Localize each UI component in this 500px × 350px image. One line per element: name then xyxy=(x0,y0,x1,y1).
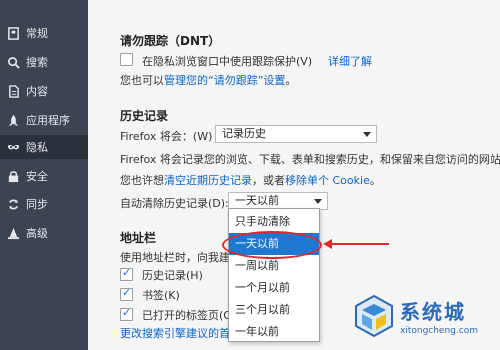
firefox-will-shortcut: (W) xyxy=(192,130,213,143)
history-suggest-label: 历史记录(H) xyxy=(142,269,203,282)
sidebar-item-label: 内容 xyxy=(26,85,48,98)
watermark-cn: 系统城 xyxy=(400,300,466,324)
auto-clear-label: 自动清除历史记录(D): xyxy=(120,197,229,210)
auto-clear-dropdown: 只手动清除 一天以前 一周以前 一个月以前 三个月以前 一年以前 xyxy=(228,208,320,342)
firefox-will-text: Firefox 将会： xyxy=(120,130,193,143)
manage-dnt-link[interactable]: 管理您的“请勿跟踪”设置 xyxy=(164,74,285,87)
remove-cookie-link[interactable]: 移除单个 Cookie xyxy=(285,174,370,187)
tracking-heading: 请勿跟踪（DNT） xyxy=(120,34,221,48)
page-icon xyxy=(6,84,20,98)
tracking-protection-label: 在隐私浏览窗口中使用跟踪保护(V) xyxy=(142,55,313,68)
dropdown-option[interactable]: 三个月以前 xyxy=(229,299,319,321)
history-description: Firefox 将会记录您的浏览、下载、表单和搜索历史，和保留来自您访问的网站的 xyxy=(120,153,500,166)
search-icon xyxy=(6,55,20,69)
bookmarks-suggest-checkbox[interactable] xyxy=(120,286,133,301)
chevron-down-icon xyxy=(363,132,371,137)
sidebar-item-label: 隐私 xyxy=(26,141,48,154)
firefox-will-label: Firefox 将会：(W) xyxy=(120,128,212,144)
history-mode-value: 记录历史 xyxy=(222,127,266,140)
sidebar-item-label: 搜索 xyxy=(26,56,48,69)
sidebar-item-advanced[interactable]: 高级 xyxy=(0,221,88,245)
sidebar-item-security[interactable]: 安全 xyxy=(0,164,88,188)
history-mode-select[interactable]: 记录历史 xyxy=(215,125,377,143)
annotation-arrow-head xyxy=(323,239,332,249)
tracking-protection-checkbox[interactable] xyxy=(120,53,133,66)
sidebar-item-search[interactable]: 搜索 xyxy=(0,50,88,74)
manage-prefix: 您也可以 xyxy=(120,74,164,87)
open-tabs-suggest-checkbox[interactable] xyxy=(120,306,133,321)
document-icon xyxy=(6,26,20,40)
wizard-hat-icon xyxy=(6,226,20,240)
clear-suffix: 。 xyxy=(369,174,381,187)
clear-middle: ，或者 xyxy=(252,174,285,187)
dropdown-option[interactable]: 一年以前 xyxy=(229,321,319,343)
change-search-suggestions-link[interactable]: 更改搜索引擎建议的首 xyxy=(120,325,230,341)
address-bar-desc: 使用地址栏时，向我建 xyxy=(120,251,230,264)
learn-more-link[interactable]: 详细了解 xyxy=(328,53,372,69)
bookmarks-suggest-label: 书签(K) xyxy=(142,289,180,302)
annotation-ellipse xyxy=(222,231,322,259)
manage-dnt-line: 您也可以管理您的“请勿跟踪”设置。 xyxy=(120,72,296,88)
dropdown-option[interactable]: 一个月以前 xyxy=(229,277,319,299)
watermark-en: xitongcheng.com xyxy=(400,326,478,336)
annotation-arrow-line xyxy=(331,243,389,245)
open-tabs-suggest-label: 已打开的标签页(O) xyxy=(142,309,237,322)
manage-suffix: 。 xyxy=(285,74,297,87)
sidebar-item-sync[interactable]: 同步 xyxy=(0,192,88,216)
sidebar-item-label: 安全 xyxy=(26,170,48,183)
history-suggest-checkbox[interactable] xyxy=(120,266,133,281)
sidebar-item-applications[interactable]: 应用程序 xyxy=(0,108,88,132)
sidebar-item-general[interactable]: 常规 xyxy=(0,21,88,45)
mask-icon xyxy=(6,140,20,154)
clear-history-line: 您也许想清空近期历史记录，或者移除单个 Cookie。 xyxy=(120,172,381,188)
sidebar-item-content[interactable]: 内容 xyxy=(0,79,88,103)
address-bar-heading: 地址栏 xyxy=(120,231,157,245)
lock-icon xyxy=(6,169,20,183)
history-heading: 历史记录 xyxy=(120,109,169,123)
watermark-logo-icon xyxy=(355,294,393,338)
dropdown-option[interactable]: 只手动清除 xyxy=(229,211,319,233)
chevron-down-icon xyxy=(314,199,322,204)
watermark: 系统城 xitongcheng.com xyxy=(352,294,478,338)
sidebar-item-label: 同步 xyxy=(26,198,48,211)
sidebar-item-label: 常规 xyxy=(26,27,48,40)
sidebar-item-label: 高级 xyxy=(26,227,48,240)
sidebar-item-label: 应用程序 xyxy=(26,114,70,127)
auto-clear-value: 一天以前 xyxy=(235,194,279,207)
sync-icon xyxy=(6,197,20,211)
rocket-icon xyxy=(6,113,20,127)
clear-prefix: 您也许想 xyxy=(120,174,164,187)
sidebar: 常规 搜索 内容 应用程序 隐私 安全 同步 高级 xyxy=(0,0,88,350)
sidebar-item-privacy[interactable]: 隐私 xyxy=(0,135,88,159)
clear-recent-history-link[interactable]: 清空近期历史记录 xyxy=(164,174,252,187)
